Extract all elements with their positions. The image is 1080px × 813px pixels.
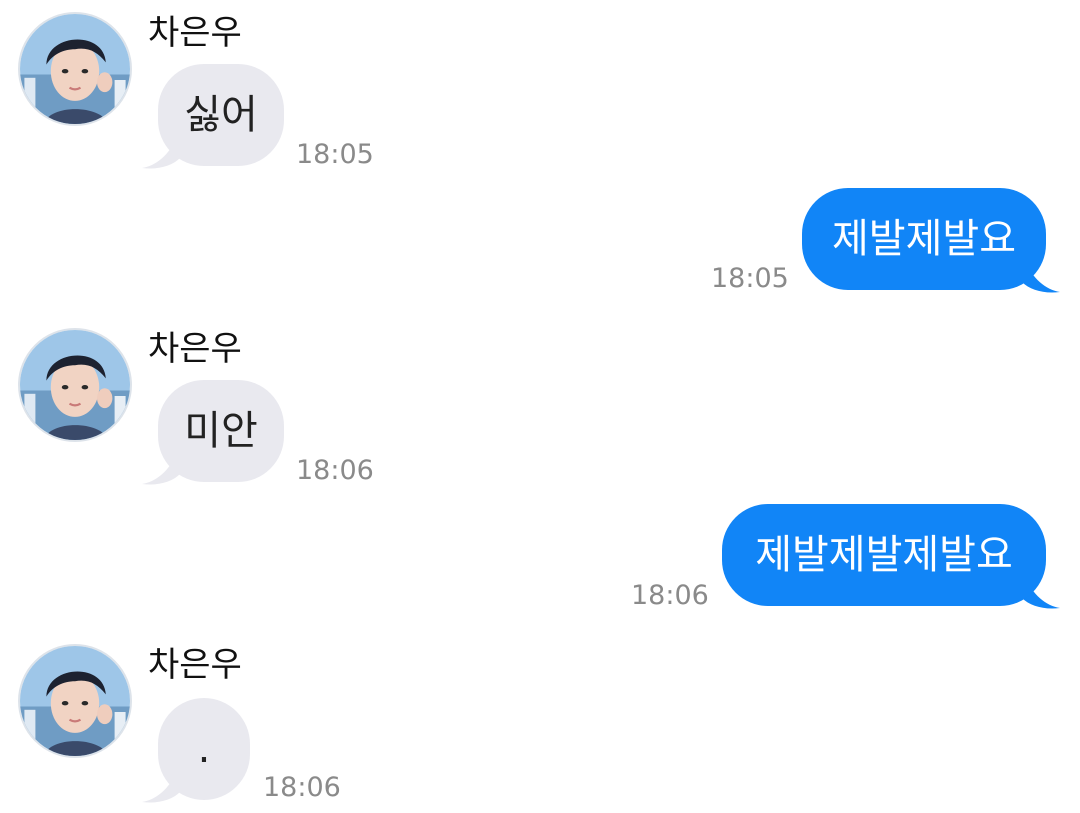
message-text: . [197,726,211,772]
message-text: 싫어 [184,92,258,138]
sender-avatar[interactable] [18,12,132,126]
message-bubble-outgoing[interactable]: 제발제발제발요 [722,504,1046,606]
sender-avatar[interactable] [18,328,132,442]
message-timestamp: 18:05 [296,139,374,170]
message-text: 제발제발요 [832,216,1016,262]
message-timestamp: 18:06 [631,580,709,611]
avatar-image [20,646,130,756]
message-bubble-incoming[interactable]: 싫어 [158,64,284,166]
sender-name: 차은우 [148,645,242,685]
message-text: 제발제발제발요 [755,532,1013,578]
sender-name: 차은우 [148,13,242,53]
message-bubble-outgoing[interactable]: 제발제발요 [802,188,1046,290]
sender-name: 차은우 [148,329,242,369]
message-bubble-incoming[interactable]: 미안 [158,380,284,482]
message-timestamp: 18:06 [263,772,341,803]
avatar-image [20,14,130,124]
message-text: 미안 [184,408,258,454]
message-bubble-incoming[interactable]: . [158,698,250,800]
avatar-image [20,330,130,440]
sender-avatar[interactable] [18,644,132,758]
message-timestamp: 18:06 [296,455,374,486]
message-timestamp: 18:05 [711,263,789,294]
